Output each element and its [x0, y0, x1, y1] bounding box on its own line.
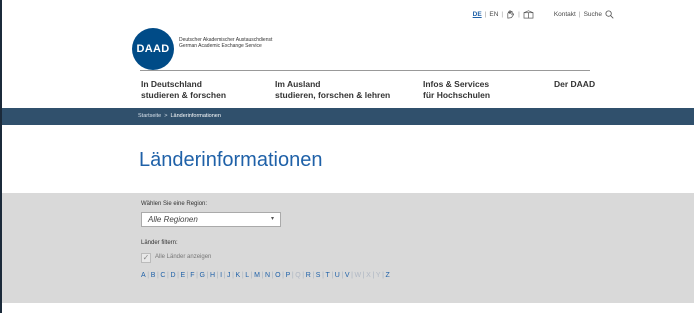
- letter-separator: |: [216, 272, 219, 279]
- letter-separator: |: [291, 272, 294, 279]
- logo-name-en: German Academic Exchange Service: [179, 43, 262, 49]
- letter-separator: |: [302, 272, 305, 279]
- letter-separator: |: [186, 272, 189, 279]
- logo-text: Deutscher Akademischer Austauschdienst G…: [179, 37, 272, 49]
- letter-separator: |: [351, 272, 353, 279]
- letter-separator: |: [312, 272, 315, 279]
- nav-line2: studieren, forschen & lehren: [275, 90, 391, 100]
- nav-line1: Der DAAD: [554, 79, 596, 89]
- show-all-label[interactable]: Alle Länder anzeigen: [155, 254, 211, 260]
- letter-separator: |: [232, 272, 234, 279]
- alphabet-filter: A | B | C | D | E | F | G | H | I | J | K | L | M | N | O | P | Q | R | S | T |…: [141, 272, 390, 279]
- suche-link[interactable]: Suche: [584, 11, 602, 18]
- site-header: DAAD Deutscher Akademischer Austauschdie…: [2, 0, 694, 108]
- letter-filter-c[interactable]: C: [160, 272, 165, 279]
- breadcrumb-separator: >: [164, 113, 168, 119]
- region-selected-value: Alle Regionen: [148, 215, 198, 224]
- letter-separator: |: [167, 272, 169, 279]
- nav-line1: Infos & Services: [423, 79, 490, 89]
- letter-separator: |: [177, 272, 179, 279]
- daad-logo[interactable]: DAAD: [132, 28, 174, 70]
- letter-separator: |: [196, 272, 198, 279]
- letter-filter-p[interactable]: P: [286, 272, 291, 279]
- check-icon: ✓: [142, 253, 150, 262]
- nav-line2: für Hochschulen: [423, 90, 491, 100]
- browser-page: DAAD Deutscher Akademischer Austauschdie…: [0, 0, 694, 313]
- letter-filter-b[interactable]: B: [151, 272, 156, 279]
- letter-separator: |: [322, 272, 324, 279]
- letter-separator: |: [362, 272, 365, 279]
- filter-label: Länder filtern:: [141, 240, 178, 246]
- letter-filter-e[interactable]: E: [181, 272, 186, 279]
- header-divider: [140, 70, 590, 71]
- letter-filter-t[interactable]: T: [325, 272, 329, 279]
- show-all-checkbox[interactable]: ✓: [141, 253, 151, 263]
- letter-filter-d[interactable]: D: [170, 272, 175, 279]
- letter-filter-a[interactable]: A: [141, 272, 146, 279]
- letter-filter-o[interactable]: O: [275, 272, 280, 279]
- title-section: Länderinformationen: [2, 125, 694, 193]
- letter-filter-m[interactable]: M: [254, 272, 260, 279]
- letter-separator: |: [271, 272, 274, 279]
- search-icon[interactable]: [605, 10, 614, 19]
- nav-line1: In Deutschland: [141, 79, 202, 89]
- separator: |: [501, 11, 504, 18]
- region-select[interactable]: Alle Regionen ▾: [141, 212, 281, 227]
- letter-filter-x: X: [366, 272, 371, 279]
- filter-section: Wählen Sie eine Region: Alle Regionen ▾ …: [2, 193, 694, 303]
- breadcrumb: Startseite > Länderinformationen: [2, 108, 694, 125]
- nav-line1: Im Ausland: [275, 79, 321, 89]
- letter-separator: |: [372, 272, 375, 279]
- page-title: Länderinformationen: [139, 149, 323, 171]
- letter-separator: |: [282, 272, 284, 279]
- letter-filter-n[interactable]: N: [265, 272, 270, 279]
- letter-separator: |: [206, 272, 209, 279]
- letter-filter-i[interactable]: I: [220, 272, 222, 279]
- letter-filter-y: Y: [375, 272, 381, 279]
- letter-filter-h[interactable]: H: [210, 272, 215, 279]
- letter-filter-r[interactable]: R: [306, 272, 311, 279]
- kontakt-link[interactable]: Kontakt: [554, 11, 576, 18]
- nav-item-der-daad[interactable]: Der DAAD: [554, 79, 595, 90]
- lang-en-link[interactable]: EN: [489, 11, 498, 18]
- letter-filter-z[interactable]: Z: [386, 272, 390, 279]
- nav-line2: studieren & forschen: [141, 90, 227, 100]
- lang-de-link[interactable]: DE: [473, 11, 482, 18]
- select-arrows-icon: ▾: [270, 216, 274, 222]
- breadcrumb-current: Länderinformationen: [170, 113, 221, 119]
- letter-separator: |: [223, 272, 226, 279]
- breadcrumb-home-link[interactable]: Startseite: [138, 113, 161, 119]
- easy-language-icon[interactable]: [523, 10, 534, 19]
- letter-filter-g[interactable]: G: [200, 272, 205, 279]
- nav-item-hochschulen[interactable]: Infos & Services für Hochschulen: [423, 79, 490, 101]
- separator: |: [578, 11, 581, 18]
- letter-filter-s[interactable]: S: [316, 272, 321, 279]
- letter-separator: |: [261, 272, 264, 279]
- letter-filter-l[interactable]: L: [245, 272, 249, 279]
- sign-language-icon[interactable]: [506, 10, 515, 19]
- letter-filter-u[interactable]: U: [335, 272, 340, 279]
- letter-separator: |: [241, 272, 244, 279]
- letter-filter-v[interactable]: V: [345, 272, 350, 279]
- letter-separator: |: [156, 272, 159, 279]
- separator: |: [484, 11, 487, 18]
- nav-item-deutschland[interactable]: In Deutschland studieren & forschen: [141, 79, 226, 101]
- separator: |: [518, 11, 520, 18]
- letter-filter-f[interactable]: F: [190, 272, 194, 279]
- top-utility-bar: DE | EN | | Kontakt | Suche: [473, 10, 614, 19]
- nav-item-ausland[interactable]: Im Ausland studieren, forschen & lehren: [275, 79, 390, 101]
- letter-filter-j[interactable]: J: [227, 272, 231, 279]
- letter-filter-q: Q: [295, 272, 301, 279]
- letter-separator: |: [341, 272, 344, 279]
- letter-separator: |: [331, 272, 334, 279]
- letter-separator: |: [250, 272, 253, 279]
- region-label: Wählen Sie eine Region:: [141, 201, 208, 207]
- letter-filter-k[interactable]: K: [236, 272, 241, 279]
- letter-separator: |: [147, 272, 150, 279]
- letter-separator: |: [382, 272, 384, 279]
- letter-filter-w: W: [354, 272, 362, 279]
